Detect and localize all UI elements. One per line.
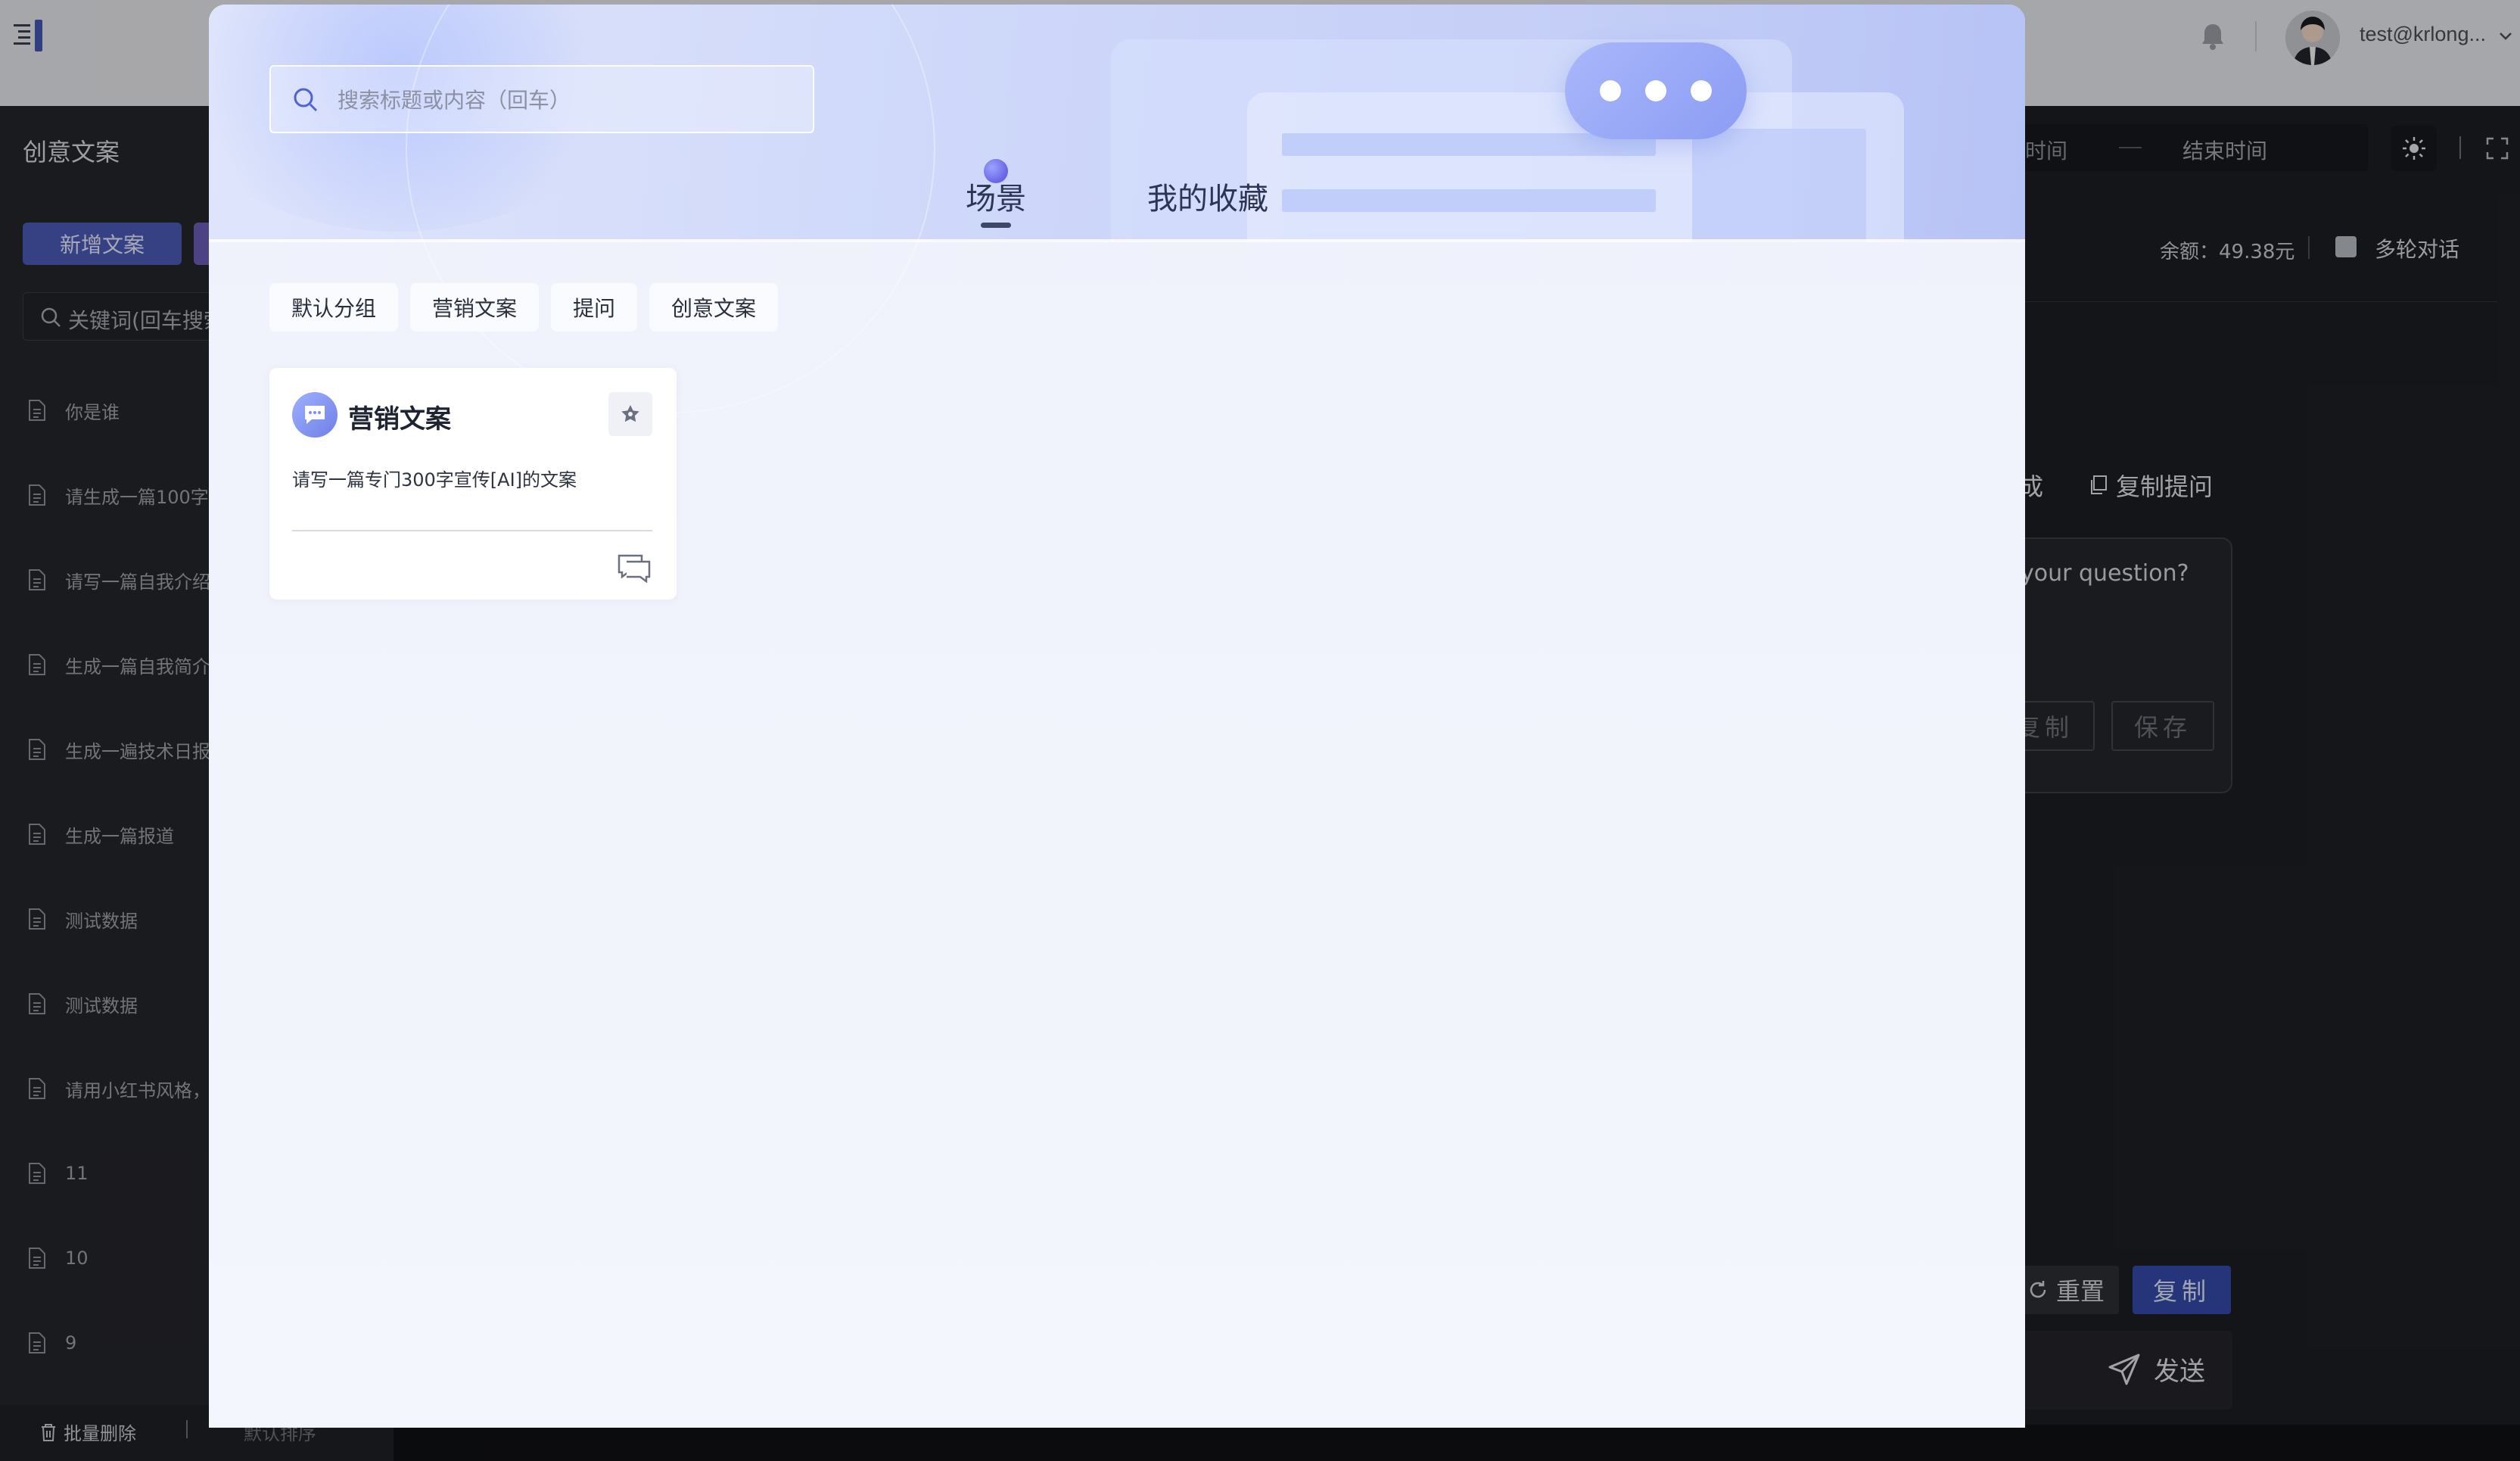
group-chip-default[interactable]: 默认分组	[269, 283, 398, 332]
hero-illustration-line	[1282, 189, 1656, 212]
scene-card-divider	[292, 530, 652, 531]
star-icon	[621, 405, 639, 422]
chat-bubble-icon	[292, 392, 338, 438]
search-icon	[291, 85, 321, 115]
chat-icon[interactable]	[618, 553, 651, 583]
scene-card-title: 营销文案	[348, 404, 451, 435]
scene-card-description: 请写一篇专门300字宣传[AI]的文案	[292, 469, 577, 491]
scene-picker-modal: 场景 我的收藏 默认分组 营销文案 提问 创意文案 营销文案 请写一篇专门300…	[209, 5, 2025, 1428]
group-chip-marketing[interactable]: 营销文案	[410, 283, 539, 332]
group-chip-question[interactable]: 提问	[551, 283, 637, 332]
hero-illustration-block	[1692, 129, 1866, 242]
group-chip-creative[interactable]: 创意文案	[649, 283, 778, 332]
hero-edge	[209, 239, 2025, 242]
tab-favorites[interactable]: 我的收藏	[1147, 174, 1268, 218]
active-tab-underline	[981, 223, 1011, 228]
chat-bubble-illustration	[1565, 42, 1747, 139]
tab-scene[interactable]: 场景	[966, 174, 1026, 218]
modal-search-input[interactable]	[338, 85, 792, 115]
favorite-button[interactable]	[608, 392, 652, 436]
